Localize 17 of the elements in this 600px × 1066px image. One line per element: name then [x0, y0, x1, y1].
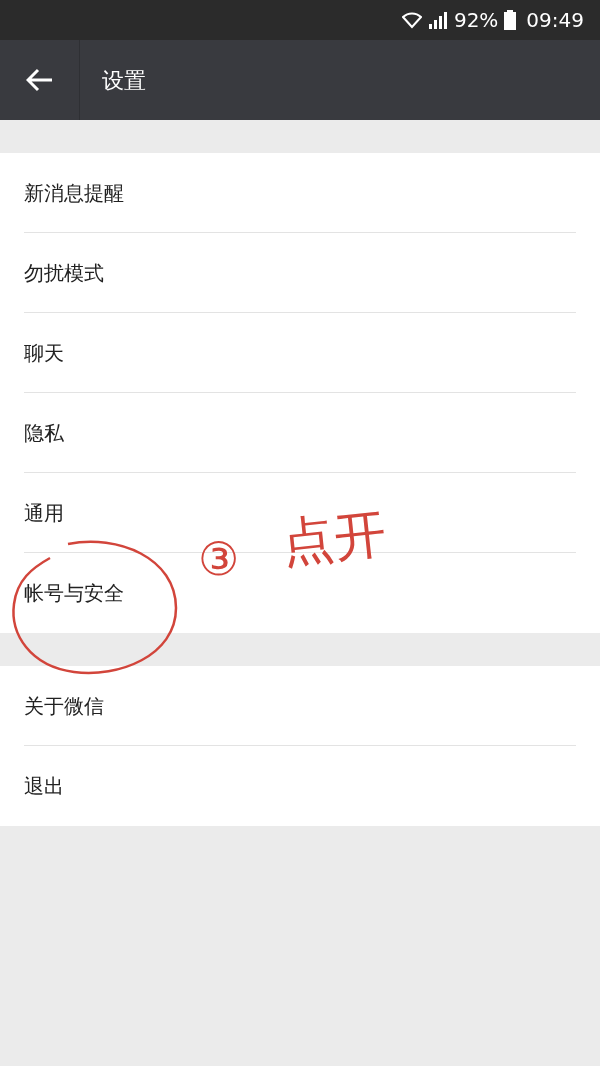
battery-icon	[504, 10, 517, 30]
back-arrow-icon	[25, 68, 54, 92]
annotation-note: 点开	[279, 506, 389, 570]
battery-percent: 92%	[453, 7, 499, 34]
settings-item[interactable]: 新消息提醒	[24, 177, 124, 208]
signal-icon	[427, 11, 448, 29]
page-title: 设置	[102, 66, 146, 95]
clock: 09:49	[526, 7, 584, 34]
settings-item[interactable]: 聊天	[24, 337, 64, 368]
settings-item[interactable]: 通用	[24, 497, 64, 528]
settings-item[interactable]: 帐号与安全	[24, 578, 124, 608]
wifi-icon	[401, 11, 422, 29]
annotation-number: ③	[198, 536, 239, 582]
settings-item[interactable]: 隐私	[24, 417, 64, 448]
settings-item[interactable]: 关于微信	[24, 690, 104, 721]
settings-item[interactable]: 退出	[24, 771, 64, 801]
settings-item[interactable]: 勿扰模式	[24, 257, 104, 288]
